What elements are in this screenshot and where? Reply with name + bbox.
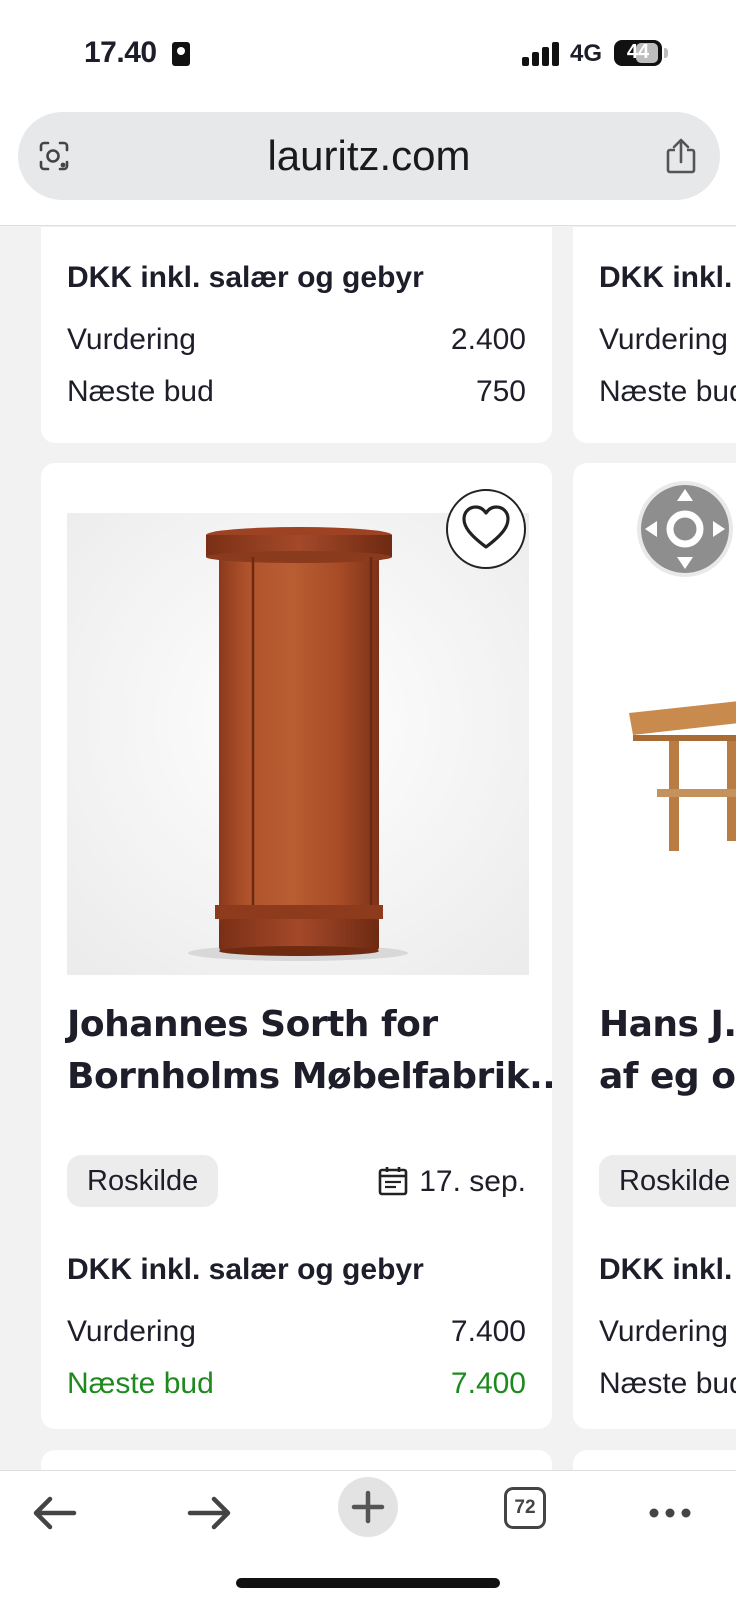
auction-date: 17. sep. [419,1165,526,1198]
cellular-signal-icon [522,42,560,66]
price-title: DKK inkl. [599,1253,733,1286]
status-time: 17.40 [84,36,157,69]
tab-count: 72 [514,1497,536,1518]
item-title-line1[interactable]: Johannes Sorth for [67,999,438,1051]
next-bid-label: Næste bud [67,375,214,408]
valuation-value: 2.400 [450,323,526,356]
plus-icon [351,1490,385,1524]
location-badge: Roskilde [67,1155,219,1207]
valuation-label: Vurdering [599,323,728,356]
rotate-view-button[interactable] [637,481,733,577]
tab-switcher-button[interactable]: 72 [504,1487,546,1529]
price-title: DKK inkl. salær og gebyr [67,261,424,294]
battery-level: 44 [626,41,650,63]
location-badge: Roskilde [599,1155,736,1207]
item-title-line2[interactable]: af eg og [599,1051,736,1103]
listing-card[interactable] [41,1450,552,1470]
listing-card[interactable] [573,1450,736,1470]
heart-icon [462,505,510,549]
calendar-icon [378,1167,408,1196]
next-bid-label: Næste bud [599,375,736,408]
listing-card[interactable]: DKK inkl. salær og gebyr Vurdering 2.400… [41,227,552,443]
listing-card[interactable]: Johannes Sorth for Bornholms Møbelfabrik… [41,463,552,1429]
address-bar[interactable]: lauritz.com [18,112,720,200]
battery-icon: 44 [614,40,662,66]
listing-card[interactable]: DKK inkl. Vurdering Næste bud [573,227,736,443]
next-bid-value: 750 [475,375,526,408]
valuation-label: Vurdering [599,1315,728,1348]
status-bar: 17.40 4G 44 [0,0,736,100]
next-bid-value: 7.400 [450,1367,526,1400]
battery-tip [664,48,668,58]
product-image[interactable] [67,513,529,975]
new-tab-button[interactable] [338,1477,398,1537]
listing-grid: DKK inkl. salær og gebyr Vurdering 2.400… [0,227,736,1470]
rotate-360-icon [645,489,725,569]
price-title: DKK inkl. salær og gebyr [67,1253,424,1286]
product-image[interactable] [599,513,736,975]
url-text[interactable]: lauritz.com [18,132,720,180]
next-bid-label: Næste bud [67,1367,214,1400]
next-bid-label: Næste bud [599,1367,736,1400]
valuation-label: Vurdering [67,323,196,356]
favorite-button[interactable] [446,489,526,569]
item-title-line1[interactable]: Hans J. W [599,999,736,1051]
orientation-lock-icon [172,42,190,66]
more-options-icon[interactable] [638,1481,702,1545]
valuation-value: 7.400 [450,1315,526,1348]
listing-card[interactable]: Hans J. W af eg og Roskilde DKK inkl. Vu… [573,463,736,1429]
share-icon[interactable] [664,136,698,176]
browser-address-area: lauritz.com [0,100,736,226]
valuation-label: Vurdering [67,1315,196,1348]
network-type: 4G [570,40,603,67]
item-title-line2[interactable]: Bornholms Møbelfabrik.... [67,1051,552,1103]
home-indicator [236,1578,500,1588]
price-title: DKK inkl. [599,261,733,294]
forward-arrow-icon[interactable] [178,1481,242,1545]
back-arrow-icon[interactable] [22,1481,86,1545]
